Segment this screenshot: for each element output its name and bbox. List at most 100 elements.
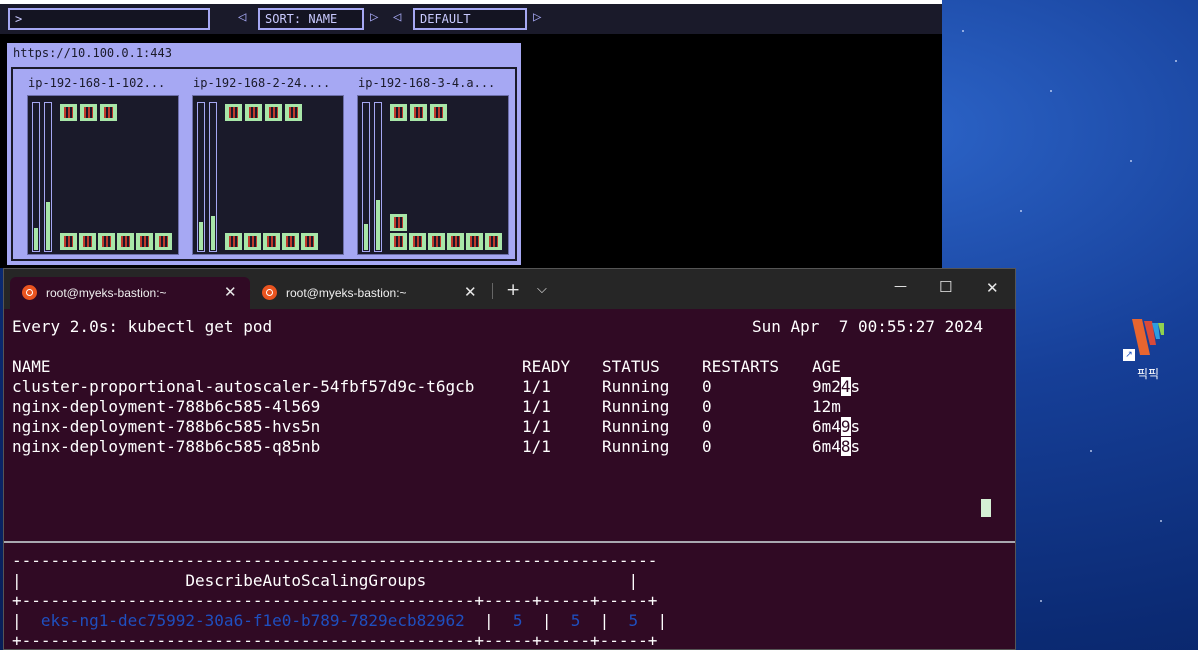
- memory-gauge: [209, 102, 217, 252]
- theme-prev-arrow-icon[interactable]: ◁: [393, 9, 401, 25]
- sort-next-arrow-icon[interactable]: ▷: [370, 9, 378, 25]
- pod[interactable]: [60, 104, 77, 121]
- age-highlight: 4: [840, 377, 851, 396]
- new-tab-button[interactable]: +: [506, 280, 520, 300]
- pod[interactable]: [100, 104, 117, 121]
- ubuntu-icon: [22, 285, 37, 300]
- terminal-tab-2[interactable]: root@myeks-bastion:~ ✕: [250, 277, 490, 309]
- pod[interactable]: [485, 233, 502, 250]
- pane-divider[interactable]: [4, 541, 1015, 543]
- node-body: [192, 95, 344, 255]
- pod[interactable]: [244, 233, 261, 250]
- pod[interactable]: [225, 104, 242, 121]
- pod[interactable]: [136, 233, 153, 250]
- pod[interactable]: [155, 233, 172, 250]
- pod[interactable]: [410, 104, 427, 121]
- asg-desired-capacity: 5: [628, 611, 639, 630]
- asg-title: DescribeAutoScalingGroups: [185, 571, 427, 590]
- asg-table-top-border: ----------------------------------------…: [12, 551, 658, 570]
- close-window-button[interactable]: ✕: [986, 279, 999, 297]
- pod[interactable]: [98, 233, 115, 250]
- cpu-gauge-fill: [34, 228, 38, 250]
- pod-name: nginx-deployment-788b6c585-q85nb: [12, 437, 321, 456]
- sort-prev-arrow-icon[interactable]: ◁: [238, 9, 246, 25]
- age-highlight: 9: [840, 417, 851, 436]
- pod[interactable]: [80, 104, 97, 121]
- pod[interactable]: [428, 233, 445, 250]
- column-age-header: AGE: [812, 357, 841, 376]
- maximize-button[interactable]: ☐: [939, 278, 952, 296]
- node-card[interactable]: ip-192-168-1-102...: [23, 73, 183, 259]
- asg-table-bottom-border: +---------------------------------------…: [12, 631, 658, 650]
- pod[interactable]: [301, 233, 318, 250]
- node-body: [27, 95, 179, 255]
- pod-status: Running: [602, 417, 670, 436]
- sort-selector[interactable]: SORT: NAME: [258, 8, 364, 30]
- age-suffix: s: [850, 417, 861, 436]
- minimize-button[interactable]: —: [894, 279, 907, 294]
- pod-status: Running: [602, 377, 670, 396]
- theme-next-arrow-icon[interactable]: ▷: [533, 9, 541, 25]
- wallpaper-star: [1090, 450, 1092, 452]
- desktop-shortcut-picpick[interactable]: ↗ 픽픽: [1120, 315, 1180, 385]
- terminal-tab-bar: root@myeks-bastion:~ ✕ root@myeks-bastio…: [4, 269, 1015, 309]
- pod[interactable]: [390, 233, 407, 250]
- pod[interactable]: [60, 233, 77, 250]
- close-tab-icon[interactable]: ✕: [464, 283, 477, 301]
- node-label: ip-192-168-1-102...: [28, 76, 166, 90]
- pod-ready: 1/1: [522, 417, 551, 436]
- age-prefix: 9m2: [812, 377, 841, 396]
- pod[interactable]: [245, 104, 262, 121]
- cpu-gauge: [197, 102, 205, 252]
- age-suffix: s: [850, 437, 861, 456]
- pod[interactable]: [466, 233, 483, 250]
- kube-ops-toolbar: > ◁ SORT: NAME ▷ ◁ DEFAULT ▷: [0, 0, 942, 34]
- pod[interactable]: [79, 233, 96, 250]
- memory-gauge-fill: [46, 202, 50, 250]
- wallpaper-star: [1040, 600, 1042, 602]
- theme-selector[interactable]: DEFAULT: [413, 8, 527, 30]
- wallpaper-star: [1050, 90, 1052, 92]
- node-label: ip-192-168-2-24....: [193, 76, 331, 90]
- node-card[interactable]: ip-192-168-3-4.a...: [353, 73, 513, 259]
- wallpaper-star: [1175, 60, 1177, 62]
- pod[interactable]: [390, 214, 407, 231]
- tab-label: root@myeks-bastion:~: [46, 286, 167, 300]
- age-suffix: s: [850, 377, 861, 396]
- ubuntu-icon: [262, 285, 277, 300]
- cpu-gauge: [32, 102, 40, 252]
- asg-max-size: 5: [570, 611, 581, 630]
- memory-gauge-fill: [211, 216, 215, 250]
- pod[interactable]: [447, 233, 464, 250]
- memory-gauge: [44, 102, 52, 252]
- terminal-window[interactable]: root@myeks-bastion:~ ✕ root@myeks-bastio…: [3, 268, 1016, 650]
- pod[interactable]: [282, 233, 299, 250]
- pod[interactable]: [117, 233, 134, 250]
- column-status-header: STATUS: [602, 357, 660, 376]
- pod[interactable]: [390, 104, 407, 121]
- pod[interactable]: [430, 104, 447, 121]
- pod[interactable]: [285, 104, 302, 121]
- close-tab-icon[interactable]: ✕: [224, 283, 237, 301]
- cpu-gauge: [362, 102, 370, 252]
- asg-data-row: | eks-ng1-dec75992-30a6-f1e0-b789-7829ec…: [12, 611, 668, 630]
- terminal-tab-1[interactable]: root@myeks-bastion:~ ✕: [10, 277, 250, 309]
- wallpaper-star: [1130, 160, 1132, 162]
- pod-name: nginx-deployment-788b6c585-hvs5n: [12, 417, 321, 436]
- age-prefix: 6m4: [812, 437, 841, 456]
- pod[interactable]: [409, 233, 426, 250]
- column-restarts-header: RESTARTS: [702, 357, 780, 376]
- terminal-cursor: [981, 499, 991, 517]
- tab-dropdown-button[interactable]: ⌵: [537, 282, 547, 297]
- node-card[interactable]: ip-192-168-2-24....: [188, 73, 348, 259]
- filter-input[interactable]: >: [8, 8, 210, 30]
- pod-age: 9m24s: [812, 377, 860, 397]
- pod[interactable]: [265, 104, 282, 121]
- tab-separator: [492, 283, 493, 299]
- pod-ready: 1/1: [522, 397, 551, 416]
- shortcut-arrow-icon: ↗: [1123, 349, 1135, 361]
- memory-gauge-fill: [376, 200, 380, 250]
- pod-restarts: 0: [702, 437, 712, 456]
- pod[interactable]: [263, 233, 280, 250]
- pod[interactable]: [225, 233, 242, 250]
